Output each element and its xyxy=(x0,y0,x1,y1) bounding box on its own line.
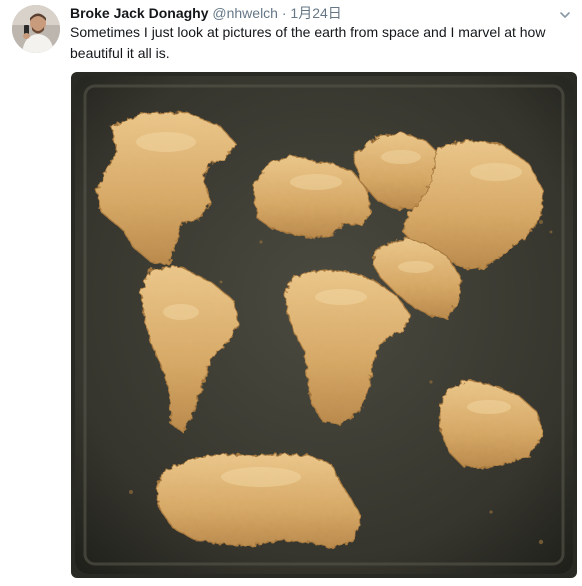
avatar[interactable] xyxy=(12,5,60,53)
tweet-header: Broke Jack Donaghy @nhwelch · 1月24日 xyxy=(70,4,342,22)
separator-dot: · xyxy=(281,5,287,21)
tweet-photo[interactable] xyxy=(71,72,577,578)
author-name[interactable]: Broke Jack Donaghy xyxy=(70,5,209,21)
photo-image xyxy=(71,72,577,578)
author-handle[interactable]: @nhwelch xyxy=(212,5,278,21)
tweet: Broke Jack Donaghy @nhwelch · 1月24日 Some… xyxy=(0,0,582,586)
tweet-text: Sometimes I just look at pictures of the… xyxy=(70,24,546,61)
tweet-date[interactable]: 1月24日 xyxy=(290,5,341,21)
chevron-down-icon[interactable] xyxy=(558,8,572,22)
